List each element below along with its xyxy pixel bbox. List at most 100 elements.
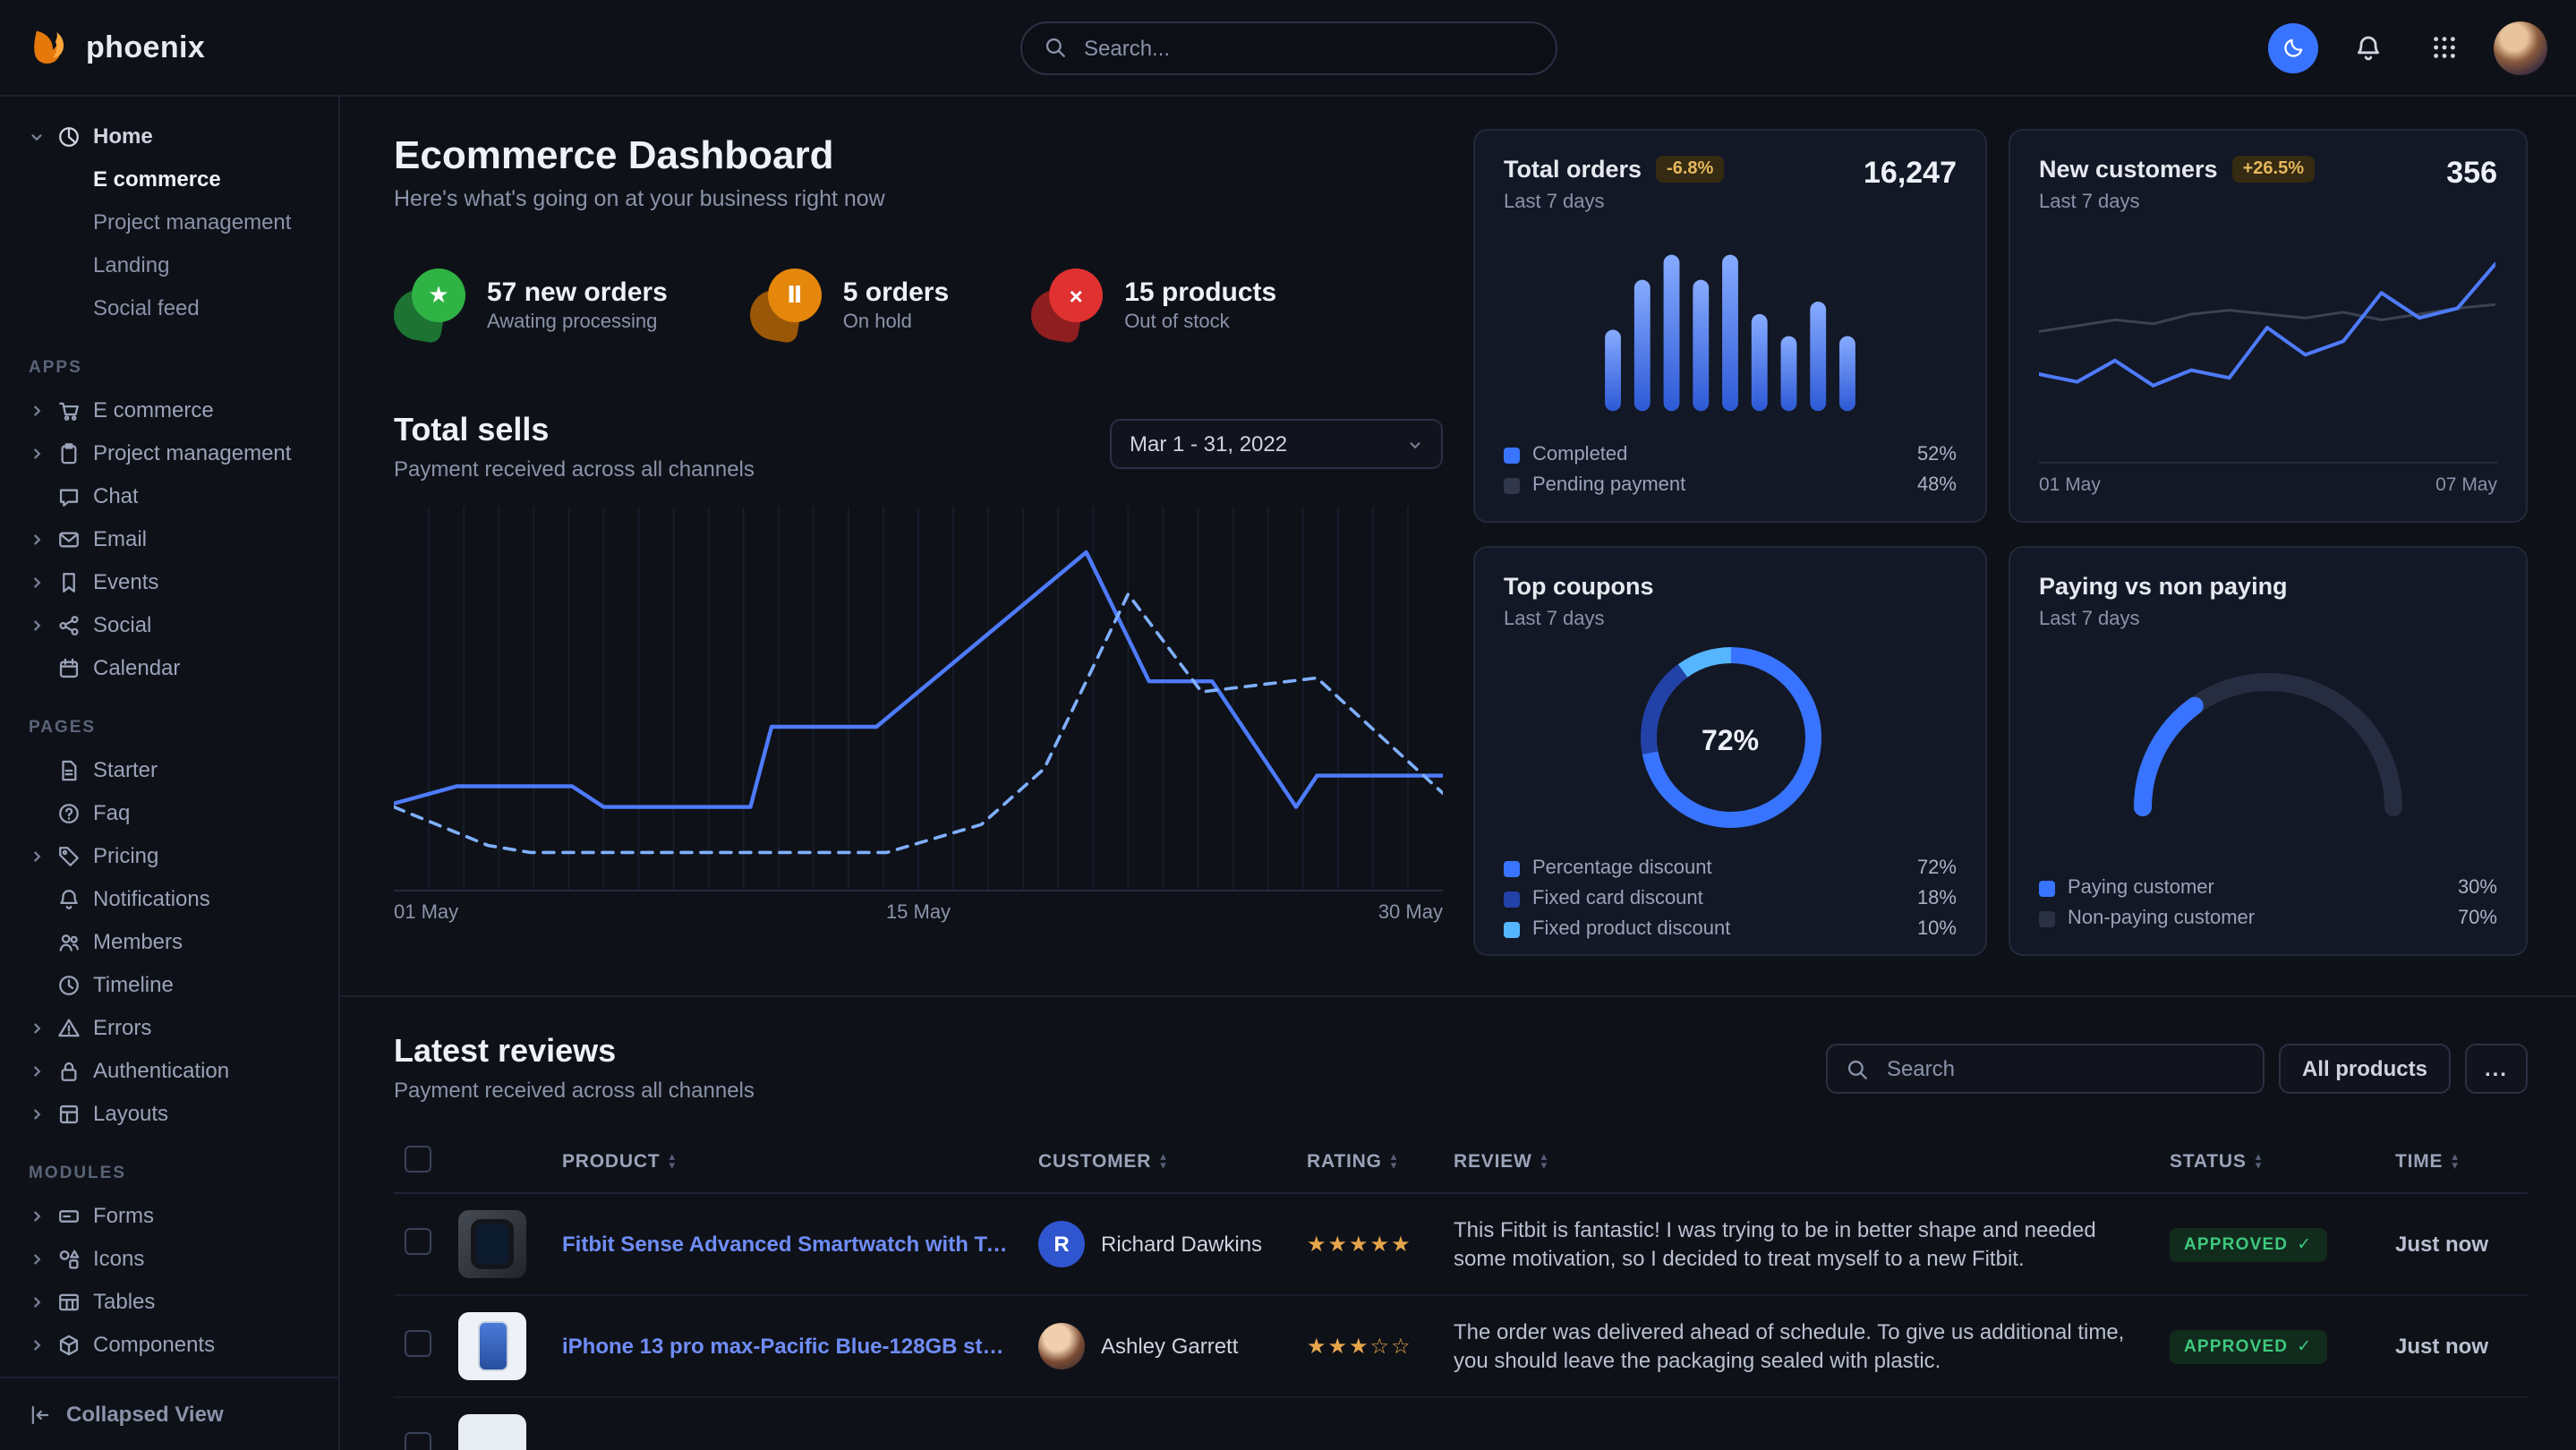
notifications-button[interactable] — [2343, 22, 2393, 72]
row-checkbox[interactable] — [405, 1432, 431, 1450]
legend-item-percentage-discount: Percentage discount 72% — [1504, 857, 1957, 879]
sidebar-item-e-commerce[interactable]: E commerce — [0, 158, 338, 200]
sidebar-item-social-feed[interactable]: Social feed — [0, 286, 338, 329]
brand-name: phoenix — [86, 30, 205, 65]
sidebar-item-label: Pricing — [93, 843, 158, 868]
chevron-right-icon — [29, 1019, 45, 1036]
sidebar-item-layouts[interactable]: Layouts — [0, 1092, 338, 1135]
global-search[interactable] — [1019, 21, 1557, 74]
sidebar-item-notifications[interactable]: Notifications — [0, 877, 338, 920]
review-text: This Fitbit is fantastic! I was trying t… — [1454, 1215, 2148, 1273]
sidebar-item-project-management[interactable]: Project management — [0, 431, 338, 474]
sort-icon[interactable]: ▴▾ — [2452, 1153, 2458, 1171]
row-checkbox[interactable] — [405, 1330, 431, 1357]
total-sells-line-svg — [394, 507, 1443, 891]
form-icon — [57, 1204, 81, 1227]
product-link[interactable]: iPhone 13 pro max-Pacific Blue-128GB sto… — [562, 1334, 1017, 1359]
sidebar-item-faq[interactable]: Faq — [0, 791, 338, 834]
more-options-button[interactable]: ... — [2465, 1044, 2528, 1094]
reviews-search[interactable] — [1826, 1044, 2265, 1094]
apps-menu-button[interactable] — [2418, 22, 2469, 72]
product-thumbnail[interactable] — [458, 1210, 526, 1278]
global-search-input[interactable] — [1080, 33, 1533, 62]
card-value: 356 — [2446, 156, 2497, 192]
reviews-search-input[interactable] — [1883, 1054, 2245, 1083]
sidebar-item-components[interactable]: Components — [0, 1323, 338, 1366]
sort-icon[interactable]: ▴▾ — [2256, 1153, 2262, 1171]
box-icon — [57, 1333, 81, 1356]
sidebar-item-timeline[interactable]: Timeline — [0, 963, 338, 1006]
select-all-checkbox[interactable] — [405, 1146, 431, 1173]
sidebar-item-authentication[interactable]: Authentication — [0, 1049, 338, 1092]
sidebar-item-icons[interactable]: Icons — [0, 1237, 338, 1280]
column-header-review[interactable]: REVIEW▴▾ — [1443, 1131, 2159, 1193]
sidebar-item-email[interactable]: Email — [0, 517, 338, 560]
user-avatar[interactable] — [2494, 21, 2547, 74]
sidebar-item-social[interactable]: Social — [0, 603, 338, 646]
legend-swatch — [1504, 860, 1520, 876]
x-tick: 01 May — [394, 902, 458, 924]
close-sticker-icon: × — [1031, 269, 1103, 340]
sort-icon[interactable]: ▴▾ — [669, 1153, 675, 1171]
card-value: 16,247 — [1864, 156, 1957, 192]
dashboard-left-column: Ecommerce Dashboard Here's what's going … — [394, 129, 1443, 956]
brand[interactable]: phoenix — [29, 26, 369, 69]
table-row: iPhone 13 pro max-Pacific Blue-128GB sto… — [394, 1295, 2528, 1397]
dashboard-top: Ecommerce Dashboard Here's what's going … — [394, 129, 2528, 956]
stat-label: On hold — [843, 311, 949, 332]
clock-icon — [57, 973, 81, 996]
sort-icon[interactable]: ▴▾ — [1391, 1153, 1397, 1171]
sidebar-item-forms[interactable]: Forms — [0, 1194, 338, 1237]
reviews-toolbar: All products ... — [1826, 1044, 2528, 1094]
column-header-product[interactable]: PRODUCT▴▾ — [551, 1131, 1028, 1193]
rating-stars: ★★★★★ — [1307, 1232, 1412, 1257]
legend-item-paying-customer: Paying customer 30% — [2039, 877, 2497, 899]
sidebar-item-label: Project management — [93, 440, 291, 465]
sidebar-item-tables[interactable]: Tables — [0, 1280, 338, 1323]
column-header-status[interactable]: STATUS▴▾ — [2159, 1131, 2384, 1193]
stat-awating-processing: ★ 57 new orders Awating processing — [394, 269, 668, 340]
date-range-select[interactable]: Mar 1 - 31, 2022 — [1110, 419, 1443, 469]
sidebar-item-chat[interactable]: Chat — [0, 474, 338, 517]
sidebar-item-e-commerce[interactable]: E commerce — [0, 388, 338, 431]
sidebar-item-calendar[interactable]: Calendar — [0, 646, 338, 689]
sidebar-item-errors[interactable]: Errors — [0, 1006, 338, 1049]
status-badge: APPROVED ✓ — [2170, 1227, 2326, 1261]
check-icon: ✓ — [2297, 1336, 2312, 1356]
sort-icon[interactable]: ▴▾ — [1541, 1153, 1548, 1171]
sidebar-item-label: Events — [93, 569, 158, 594]
chevron-right-icon — [29, 445, 45, 461]
search-icon — [1043, 36, 1066, 59]
sidebar-item-home[interactable]: Home — [0, 115, 338, 158]
trend-badge: +26.5% — [2232, 156, 2315, 183]
customer-name: Richard Dawkins — [1101, 1232, 1262, 1257]
sidebar-item-label: Email — [93, 526, 147, 551]
x-tick: 01 May — [2039, 474, 2101, 496]
customer-name: Ashley Garrett — [1101, 1334, 1238, 1359]
product-link[interactable]: Fitbit Sense Advanced Smartwatch with To… — [562, 1232, 1017, 1257]
sidebar-item-events[interactable]: Events — [0, 560, 338, 603]
top-coupons-legend: Percentage discount 72% Fixed card disco… — [1504, 857, 1957, 940]
sidebar-item-project-management[interactable]: Project management — [0, 200, 338, 243]
product-thumbnail[interactable] — [458, 1312, 526, 1380]
column-header-rating[interactable]: RATING▴▾ — [1296, 1131, 1443, 1193]
column-header-customer[interactable]: CUSTOMER▴▾ — [1028, 1131, 1296, 1193]
collapsed-view-toggle[interactable]: Collapsed View — [0, 1377, 338, 1450]
sidebar-subitems: E commerceProject managementLandingSocia… — [0, 158, 338, 329]
sort-icon[interactable]: ▴▾ — [1160, 1153, 1166, 1171]
product-thumbnail[interactable] — [458, 1414, 526, 1450]
sidebar-section-label-apps: APPS — [0, 329, 338, 388]
column-header-time[interactable]: TIME▴▾ — [2384, 1131, 2528, 1193]
star-sticker-icon: ★ — [394, 269, 465, 340]
sidebar-item-landing[interactable]: Landing — [0, 243, 338, 286]
sidebar-item-starter[interactable]: Starter — [0, 748, 338, 791]
legend-label: Non-paying customer — [2068, 908, 2255, 929]
search-icon — [1846, 1057, 1869, 1080]
sidebar-item-pricing[interactable]: Pricing — [0, 834, 338, 877]
sidebar-item-label: Layouts — [93, 1101, 168, 1126]
theme-toggle-button[interactable] — [2268, 22, 2318, 72]
paying-gauge-svg — [2116, 655, 2420, 820]
row-checkbox[interactable] — [405, 1228, 431, 1255]
sidebar-item-members[interactable]: Members — [0, 920, 338, 963]
all-products-button[interactable]: All products — [2279, 1044, 2451, 1094]
